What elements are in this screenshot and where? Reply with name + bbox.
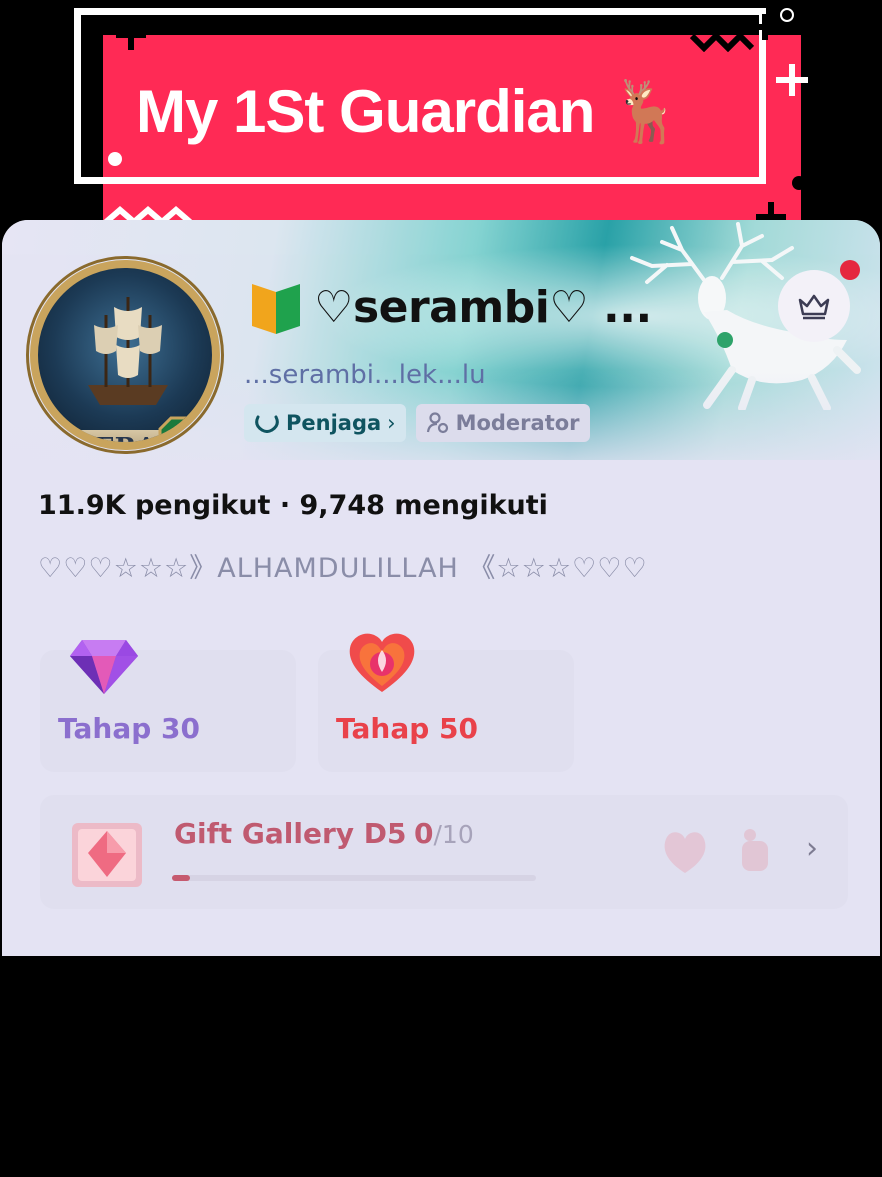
zigzag-decoration [690,31,755,52]
moderator-label: Moderator [455,411,580,435]
banner-title: My 1St Guardian 🦌 [136,78,685,145]
gift-gallery-card[interactable]: Gift Gallery D5 0/10 › [40,795,848,909]
username[interactable]: ♡serambi♡ ... [314,282,652,333]
level-card-diamond[interactable]: Tahap 30 [40,640,296,772]
guardian-badge[interactable]: Penjaga › [244,404,406,442]
chevron-right-icon: › [387,411,396,435]
moderator-icon [426,412,448,434]
moderator-badge: Moderator [415,404,590,442]
level-card-heart[interactable]: Tahap 50 [318,633,574,772]
crown-icon [798,294,830,320]
gift-thumbnail-icon [664,832,706,873]
diamond-icon [70,640,138,694]
level-label: Tahap 50 [336,712,478,745]
gift-progress-fill [172,875,191,881]
gift-count-value: 0 [414,817,434,850]
gift-count-total: /10 [433,820,474,849]
dot-decoration [792,176,806,190]
gift-progress-bar [172,875,536,881]
beginner-badge-icon [252,284,300,334]
guardian-icon [255,415,279,433]
profile-card: SERAN ♡serambi♡ ... ...serambi...lek...l… [2,220,880,956]
follow-stats[interactable]: 11.9K pengikut · 9,748 mengikuti [38,490,548,521]
user-handle: ...serambi...lek...lu [244,360,486,390]
crown-button[interactable] [778,270,850,342]
gift-gallery-count: 0/10 [414,817,474,850]
notification-dot [840,260,860,280]
banner: My 1St Guardian 🦌 [0,0,882,240]
level-label: Tahap 30 [58,712,200,745]
role-badges: Penjaga › Moderator [244,404,590,442]
dot-decoration [108,152,122,166]
plus-decoration [776,64,808,96]
dot-decoration [780,8,794,22]
guardian-label: Penjaga [286,411,382,435]
plus-decoration [116,20,146,50]
avatar[interactable]: SERAN [30,260,220,450]
gift-thumbnail-icon [742,829,768,871]
username-row: ♡serambi♡ ... [250,278,652,336]
chevron-right-icon[interactable]: › [806,831,818,866]
gift-box-icon [72,823,142,887]
heart-icon [349,633,415,692]
bio: ♡♡♡☆☆☆》ALHAMDULILLAH 《☆☆☆♡♡♡ [38,553,648,584]
gift-gallery-title: Gift Gallery D5 [174,817,407,850]
ship-icon [88,297,168,405]
